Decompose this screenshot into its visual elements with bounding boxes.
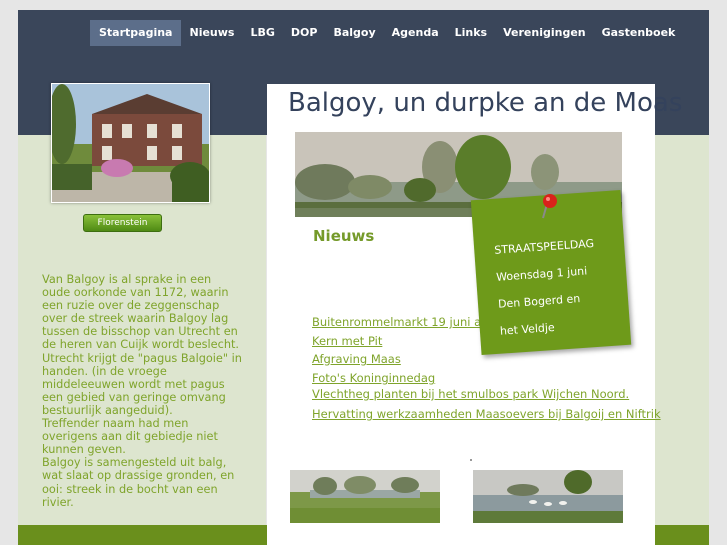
nav-item-dop[interactable]: DOP: [283, 20, 326, 46]
intro-line: Van Balgoy is al sprake in een: [42, 273, 212, 286]
sticky-line: het Veldje: [499, 320, 556, 338]
intro-line: bestuurlijk aangeduid).: [42, 403, 173, 417]
intro-line: overigens aan dit gebiedje niet: [42, 430, 218, 444]
news-link[interactable]: Kern met Pit: [312, 334, 382, 348]
nav-item-balgoy[interactable]: Balgoy: [325, 20, 383, 46]
nav-item-nieuws[interactable]: Nieuws: [181, 20, 242, 46]
news-heading: Nieuws: [313, 227, 375, 245]
swans-thumbnail[interactable]: [473, 470, 623, 523]
nav-item-lbg[interactable]: LBG: [242, 20, 282, 46]
intro-line: tussen de bisschop van Utrecht en: [42, 325, 238, 339]
nav-item-gastenboek[interactable]: Gastenboek: [594, 20, 684, 46]
pushpin-icon: [542, 194, 557, 219]
news-link[interactable]: Hervatting werkzaamheden Maasoevers bij …: [312, 407, 661, 421]
main-nav: Startpagina Nieuws LBG DOP Balgoy Agenda…: [90, 20, 683, 46]
intro-line: wat slaat op drassige gronden, en: [42, 469, 235, 483]
intro-line: oude oorkonde van 1172, waarin: [42, 286, 229, 300]
intro-line: kunnen geven.: [42, 443, 126, 457]
news-link[interactable]: Afgraving Maas: [312, 352, 401, 366]
intro-text: Van Balgoy is al sprake in een oude oork…: [42, 273, 254, 509]
right-margin-background: [655, 135, 709, 525]
page: Startpagina Nieuws LBG DOP Balgoy Agenda…: [0, 0, 727, 545]
page-title: Balgoy, un durpke an de Moas: [288, 88, 683, 118]
intro-line: de heren van Cuijk wordt beslecht.: [42, 338, 240, 352]
florenstein-photo: [51, 83, 210, 203]
nav-item-links[interactable]: Links: [447, 20, 495, 46]
news-link[interactable]: Foto's Koninginnedag: [312, 371, 435, 385]
separator-dot: [470, 459, 472, 461]
nav-item-startpagina[interactable]: Startpagina: [90, 20, 182, 46]
intro-line: middeleeuwen wordt met pagus: [42, 377, 225, 391]
nav-item-verenigingen[interactable]: Verenigingen: [495, 20, 594, 46]
intro-line: een ruzie over de zeggenschap: [42, 299, 220, 313]
nav-item-agenda[interactable]: Agenda: [384, 20, 447, 46]
river-thumbnail[interactable]: [290, 470, 440, 523]
florenstein-button[interactable]: Florenstein: [83, 214, 162, 232]
intro-line: rivier.: [42, 495, 74, 509]
intro-line: Utrecht krijgt de "pagus Balgoie" in: [42, 351, 242, 365]
intro-line: handen. (in de vroege: [42, 364, 167, 378]
intro-line: ooi: streek in de bocht van een: [42, 482, 218, 496]
intro-line: een gebied van geringe omvang: [42, 390, 226, 404]
intro-line: Treffender naam had men: [42, 417, 189, 431]
intro-line: Balgoy is samengesteld uit balg,: [42, 456, 227, 470]
sticky-line: STRAATSPEELDAG: [493, 236, 595, 257]
news-link[interactable]: Buitenrommelmarkt 19 juni a.s.: [312, 315, 495, 329]
sticky-line: Den Bogerd en: [497, 292, 581, 311]
news-link[interactable]: Vlechtheg planten bij het smulbos park W…: [312, 387, 629, 401]
sticky-line: Woensdag 1 juni: [495, 264, 588, 284]
intro-line: over de streek waarin Balgoy lag: [42, 312, 229, 326]
